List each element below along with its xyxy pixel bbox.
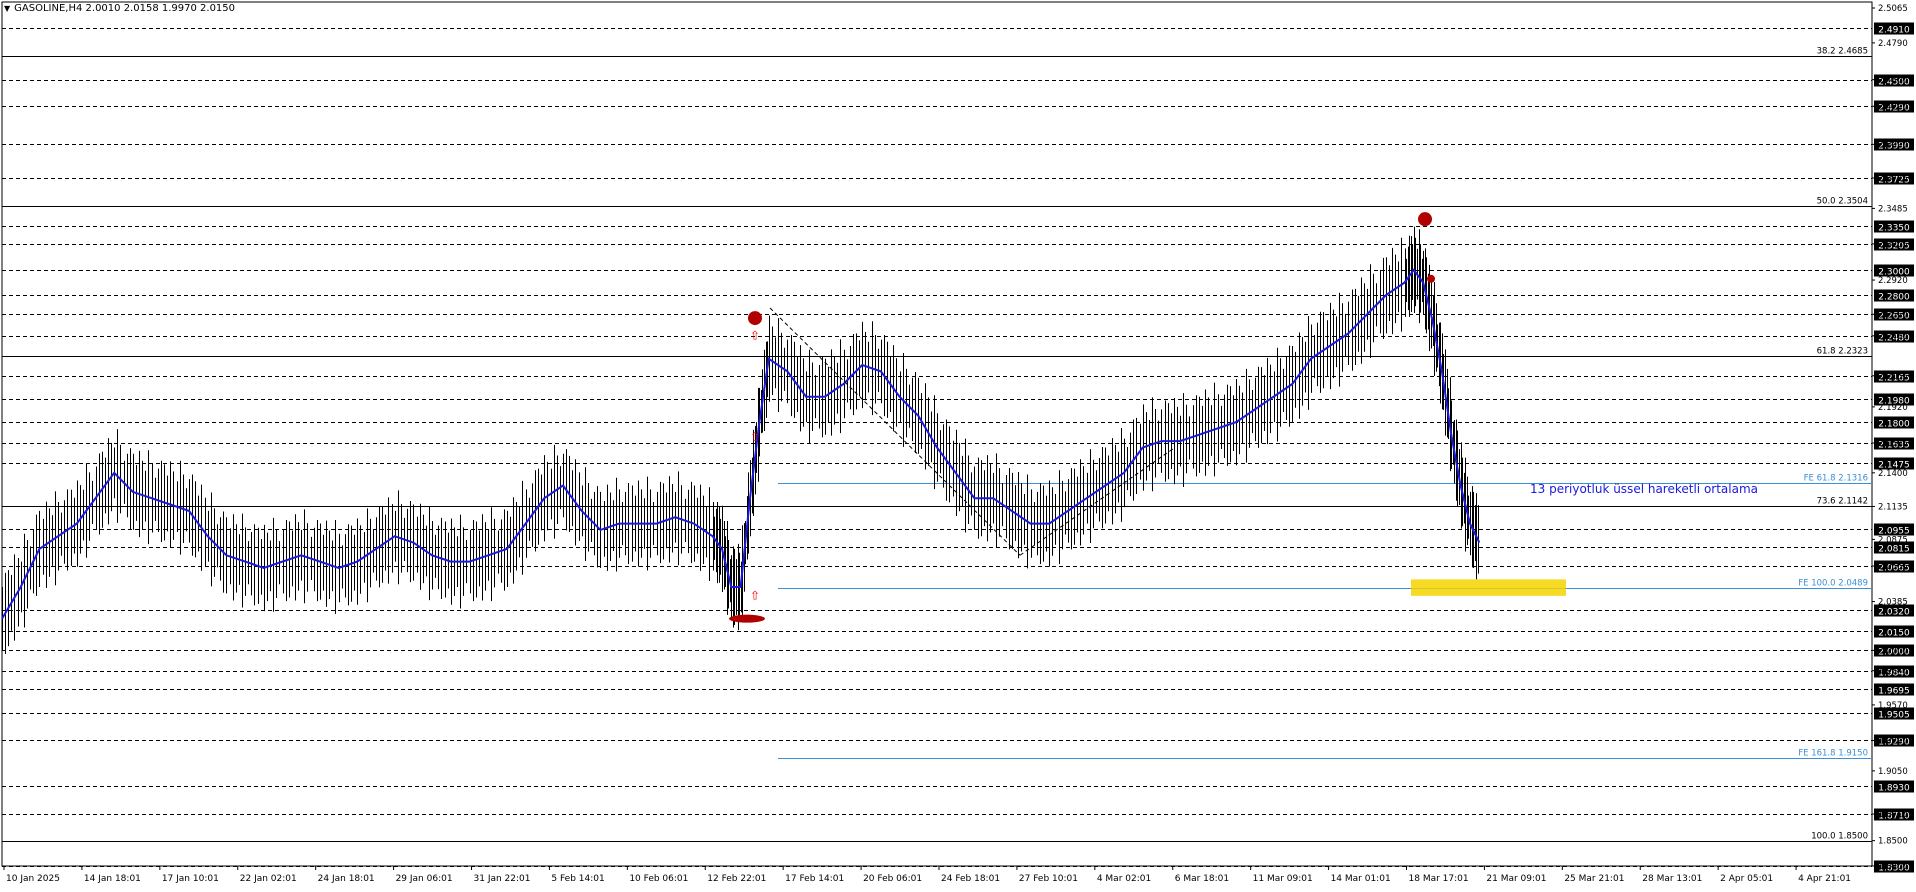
- low-marker: [729, 614, 765, 623]
- x-tick-label: 18 Mar 17:01: [1409, 874, 1469, 884]
- x-tick-label: 2 Apr 05:01: [1720, 874, 1773, 884]
- x-tick-label: 28 Mar 13:01: [1642, 874, 1702, 884]
- x-tick-label: 22 Jan 02:01: [240, 874, 297, 884]
- y-tick-label: 1.9290: [1878, 736, 1908, 746]
- x-tick-label: 12 Feb 22:01: [707, 874, 766, 884]
- up-arrow-icon: ⇧: [750, 329, 760, 343]
- pivot-marker: [748, 311, 762, 326]
- y-tick-label: 2.4290: [1878, 102, 1908, 112]
- chart-header: ▼ GASOLINE,H4 2.0010 2.0158 1.9970 2.015…: [4, 3, 235, 14]
- x-tick-label: 14 Jan 18:01: [84, 874, 141, 884]
- fe-label: FE 100.0 2.0489: [1798, 579, 1868, 589]
- x-tick-label: 17 Jan 10:01: [162, 874, 219, 884]
- x-tick-label: 10 Feb 06:01: [629, 874, 688, 884]
- price-box-label: 2.3350: [1878, 224, 1910, 234]
- y-tick-label: 1.9840: [1878, 667, 1908, 677]
- fib-label: 61.8 2.2323: [1817, 347, 1868, 357]
- y-tick-label: 2.3990: [1878, 140, 1908, 150]
- price-box-label: 2.0815: [1878, 545, 1910, 555]
- ema-cross-marker: [1427, 274, 1435, 283]
- y-tick-label: 1.8710: [1878, 810, 1908, 820]
- y-tick-label: 2.2480: [1878, 332, 1908, 342]
- y-tick-label: 1.8300: [1878, 862, 1908, 872]
- up-arrow-icon: ⇧: [750, 589, 760, 603]
- trend-line: [769, 307, 1021, 556]
- fib-label: 73.6 2.1142: [1817, 497, 1868, 507]
- price-box-label: 2.1800: [1878, 420, 1910, 430]
- triangle-down-icon[interactable]: ▼: [4, 4, 10, 13]
- price-box-label: 1.9695: [1878, 687, 1910, 697]
- price-box-label: 2.0320: [1878, 608, 1910, 618]
- y-tick-label: 2.4500: [1878, 76, 1908, 86]
- x-tick-label: 5 Feb 14:01: [551, 874, 604, 884]
- price-chart: 2.4910 2.4500 2.4290 2.3990 2.3725 2.3350 2.32…: [1, 1, 1914, 884]
- fib-label: 100.0 1.8500: [1811, 832, 1868, 842]
- y-tick-label: 1.8500: [1878, 837, 1908, 847]
- highlight-zone: [1411, 579, 1566, 596]
- ema-annotation: 13 periyotluk üssel hareketli ortalama: [1530, 482, 1758, 496]
- x-tick-label: 10 Jan 2025: [6, 874, 60, 884]
- fe-label: FE 61.8 2.1316: [1804, 474, 1868, 484]
- price-box-label: 1.9505: [1878, 711, 1910, 721]
- x-tick-label: 21 Mar 09:01: [1486, 874, 1546, 884]
- price-box-label: 2.0150: [1878, 629, 1910, 639]
- x-tick-label: 24 Jan 18:01: [318, 874, 375, 884]
- y-tick-label: 2.0000: [1878, 646, 1908, 656]
- y-tick-label: 2.4790: [1878, 39, 1908, 49]
- price-box-label: 2.4910: [1878, 26, 1910, 36]
- y-tick-label: 2.1635: [1878, 439, 1908, 449]
- fib-label: 50.0 2.3504: [1817, 197, 1868, 207]
- x-tick-label: 25 Mar 21:01: [1564, 874, 1624, 884]
- x-tick-label: 20 Feb 06:01: [863, 874, 922, 884]
- x-tick-label: 4 Apr 21:01: [1798, 874, 1851, 884]
- y-tick-label: 2.5065: [1878, 4, 1908, 14]
- y-tick-label: 2.0665: [1878, 562, 1908, 572]
- y-tick-label: 2.2165: [1878, 372, 1908, 382]
- y-tick-label: 1.9570: [1878, 701, 1908, 711]
- x-tick-label: 17 Feb 14:01: [785, 874, 844, 884]
- chart-area: 2.4910 2.4500 2.4290 2.3990 2.3725 2.3350 2.32…: [0, 0, 1916, 888]
- symbol-info: GASOLINE,H4 2.0010 2.0158 1.9970 2.0150: [14, 3, 236, 14]
- y-tick-label: 2.3485: [1878, 204, 1908, 214]
- y-tick-label: 2.1135: [1878, 502, 1908, 512]
- fe-label: FE 161.8 1.9150: [1798, 749, 1868, 759]
- fib-label: 38.2 2.4685: [1817, 47, 1868, 57]
- y-tick-label: 2.1400: [1878, 469, 1908, 479]
- up-arrow-icon: ⇧: [750, 430, 760, 444]
- price-box-label: 1.8930: [1878, 784, 1910, 794]
- x-tick-label: 27 Feb 10:01: [1019, 874, 1078, 884]
- x-tick-label: 6 Mar 18:01: [1175, 874, 1229, 884]
- y-tick-label: 2.0385: [1878, 598, 1908, 608]
- y-tick-label: 1.9050: [1878, 767, 1908, 777]
- x-tick-label: 4 Mar 02:01: [1097, 874, 1151, 884]
- y-tick-label: 2.2650: [1878, 310, 1908, 320]
- price-box-label: 2.2800: [1878, 293, 1910, 303]
- x-tick-label: 31 Jan 22:01: [474, 874, 531, 884]
- x-tick-label: 14 Mar 01:01: [1331, 874, 1391, 884]
- x-tick-label: 29 Jan 06:01: [396, 874, 453, 884]
- x-tick-label: 24 Feb 18:01: [941, 874, 1000, 884]
- x-tick-label: 11 Mar 09:01: [1253, 874, 1313, 884]
- y-tick-label: 2.1920: [1878, 403, 1908, 413]
- y-tick-label: 2.3725: [1878, 174, 1908, 184]
- y-tick-label: 2.0875: [1878, 535, 1908, 545]
- top-marker: [1418, 212, 1432, 227]
- y-tick-label: 2.3205: [1878, 240, 1908, 250]
- y-tick-label: 2.2920: [1878, 276, 1908, 286]
